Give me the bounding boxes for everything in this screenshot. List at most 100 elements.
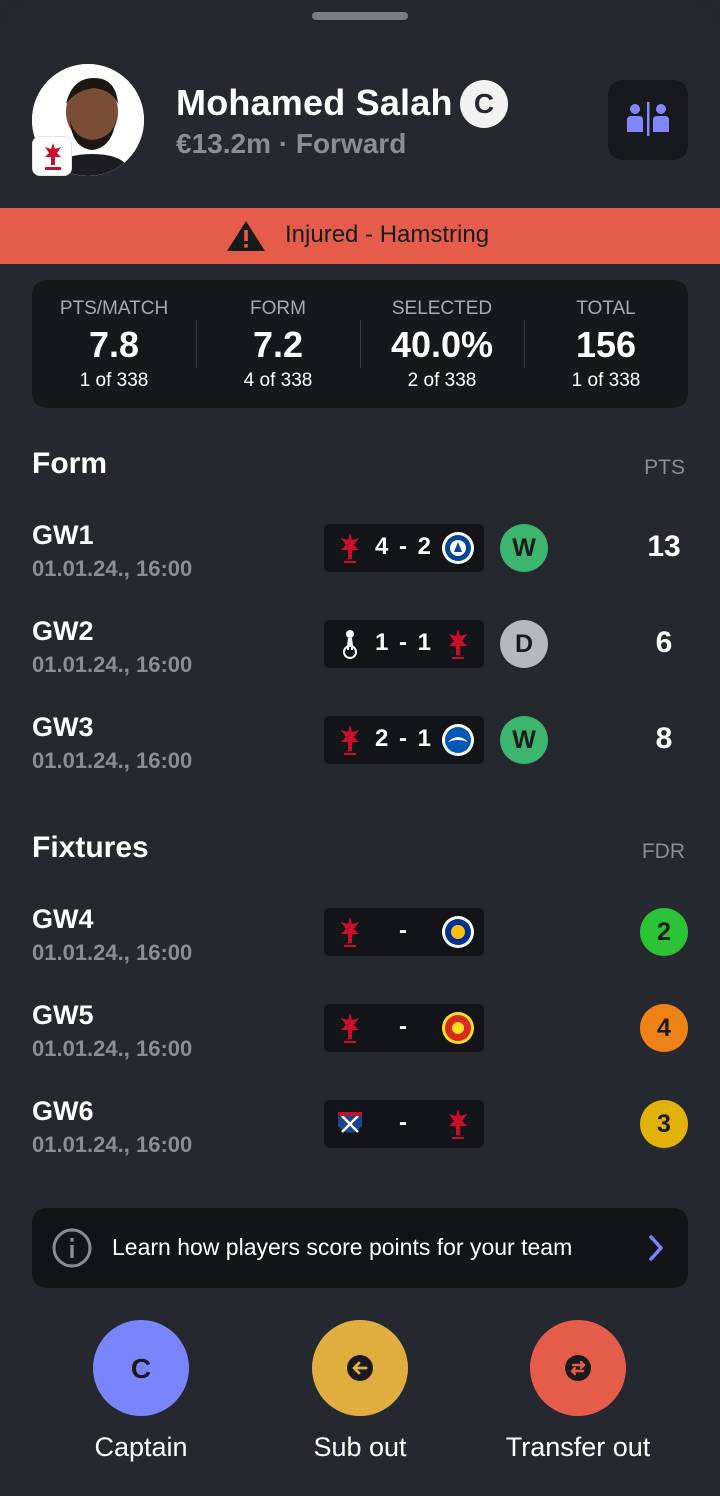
stat-selected: SELECTED 40.0% 2 of 338 [360, 280, 524, 408]
player-price-position: €13.2m · Forward [176, 128, 407, 159]
match-score: 4 - 2 [374, 533, 434, 560]
fixtures-section-title: Fixtures [32, 831, 149, 864]
stat-total: TOTAL 156 1 of 338 [524, 280, 688, 408]
match-date: 01.01.24., 16:00 [32, 1036, 193, 1061]
club-badge [32, 136, 72, 176]
stat-label: TOTAL [576, 298, 636, 319]
drag-handle[interactable] [312, 12, 408, 20]
captain-label: Captain [94, 1432, 188, 1462]
gameweek-label: GW4 [32, 904, 94, 934]
stat-value: 40.0% [390, 324, 494, 365]
fixture-separator: - [399, 1013, 409, 1040]
info-icon [52, 1228, 92, 1268]
fdr-badge: 2 [640, 908, 688, 956]
player-name: Mohamed Salah [176, 82, 453, 123]
stat-rank: 4 of 338 [243, 370, 313, 391]
fixture-box: - [324, 908, 484, 956]
fixture-separator: - [399, 917, 409, 944]
stat-value: 156 [575, 324, 637, 365]
gameweek-label: GW6 [32, 1096, 94, 1126]
leicester-crest-icon [442, 916, 474, 948]
liverpool-crest-icon [341, 917, 359, 947]
compare-icon [627, 102, 669, 136]
form-row[interactable]: GW1 01.01.24., 16:00 4 - 2 W 13 [0, 520, 720, 616]
transfer-out-action[interactable]: Transfer out [478, 1320, 678, 1470]
chelsea-crest-icon [442, 532, 474, 564]
stat-rank: 1 of 338 [79, 370, 149, 391]
fixture-row[interactable]: GW6 01.01.24., 16:00 - 3 [0, 1096, 720, 1192]
sub-out-button[interactable] [312, 1320, 408, 1416]
stat-label: FORM [250, 298, 306, 319]
gameweek-label: GW5 [32, 1000, 94, 1030]
liverpool-crest-icon [341, 725, 359, 755]
form-section-title: Form [32, 447, 107, 480]
liverpool-crest-icon [45, 143, 61, 170]
captain-action[interactable]: C Captain [41, 1320, 241, 1470]
sub-out-action[interactable]: Sub out [260, 1320, 460, 1470]
match-points: 8 [655, 722, 673, 755]
injury-banner: Injured - Hamstring [0, 208, 720, 264]
player-sheet: Mohamed Salah C €13.2m · Forward Injured… [0, 0, 720, 1496]
fdr-badge: 4 [640, 1004, 688, 1052]
liverpool-crest-icon [449, 1109, 467, 1139]
stat-value: 7.8 [88, 324, 140, 365]
result-badge: D [500, 620, 548, 668]
liverpool-crest-icon [341, 533, 359, 563]
form-row[interactable]: GW2 01.01.24., 16:00 1 - 1 D 6 [0, 616, 720, 712]
fixture-row[interactable]: GW4 01.01.24., 16:00 - 2 [0, 904, 720, 1000]
captain-icon: C [130, 1353, 152, 1384]
sub-out-label: Sub out [313, 1432, 407, 1462]
transfer-out-label: Transfer out [505, 1432, 651, 1462]
match-date: 01.01.24., 16:00 [32, 652, 193, 677]
form-points-header: PTS [644, 456, 685, 479]
fixture-row[interactable]: GW5 01.01.24., 16:00 - 4 [0, 1000, 720, 1096]
fixture-separator: - [399, 1109, 409, 1136]
match-date: 01.01.24., 16:00 [32, 556, 193, 581]
man-utd-crest-icon [442, 1012, 474, 1044]
fixtures-fdr-header: FDR [641, 840, 685, 863]
match-score-box: 2 - 1 [324, 716, 484, 764]
match-date: 01.01.24., 16:00 [32, 940, 193, 965]
stats-card: PTS/MATCH 7.8 1 of 338 FORM 7.2 4 of 338… [32, 280, 688, 408]
match-points: 6 [655, 626, 673, 659]
compare-button[interactable] [608, 80, 688, 160]
match-score-box: 4 - 2 [324, 524, 484, 572]
gameweek-label: GW1 [32, 520, 94, 550]
crystal-palace-crest-icon [338, 1112, 362, 1133]
warning-icon [227, 221, 265, 251]
fixture-box: - [324, 1100, 484, 1148]
captain-button[interactable]: C [93, 1320, 189, 1416]
chevron-right-icon [649, 1235, 663, 1261]
form-row[interactable]: GW3 01.01.24., 16:00 2 - 1 W 8 [0, 712, 720, 808]
arrow-left-icon [347, 1355, 373, 1381]
result-badge: W [500, 524, 548, 572]
stat-value: 7.2 [252, 324, 304, 365]
gameweek-label: GW2 [32, 616, 94, 646]
gameweek-label: GW3 [32, 712, 94, 742]
injury-text: Injured - Hamstring [285, 221, 490, 248]
brighton-crest-icon [442, 724, 474, 756]
match-score: 2 - 1 [374, 725, 434, 752]
tottenham-crest-icon [343, 630, 357, 659]
liverpool-crest-icon [449, 629, 467, 659]
liverpool-crest-icon [341, 1013, 359, 1043]
stat-form: FORM 7.2 4 of 338 [196, 280, 360, 408]
stat-label: PTS/MATCH [59, 298, 169, 319]
info-text: Learn how players score points for your … [112, 1234, 573, 1260]
stat-rank: 2 of 338 [407, 370, 477, 391]
fixture-box: - [324, 1004, 484, 1052]
transfer-out-button[interactable] [530, 1320, 626, 1416]
result-badge: W [500, 716, 548, 764]
fdr-badge: 3 [640, 1100, 688, 1148]
swap-icon [565, 1355, 591, 1381]
match-score-box: 1 - 1 [324, 620, 484, 668]
stat-pts-per-match: PTS/MATCH 7.8 1 of 338 [32, 280, 196, 408]
match-points: 13 [647, 530, 681, 563]
captain-badge: C [460, 80, 508, 128]
stat-rank: 1 of 338 [571, 370, 641, 391]
scoring-info-banner[interactable]: Learn how players score points for your … [32, 1208, 688, 1288]
match-date: 01.01.24., 16:00 [32, 748, 193, 773]
stat-label: SELECTED [391, 298, 493, 319]
match-score: 1 - 1 [374, 629, 434, 656]
match-date: 01.01.24., 16:00 [32, 1132, 193, 1157]
